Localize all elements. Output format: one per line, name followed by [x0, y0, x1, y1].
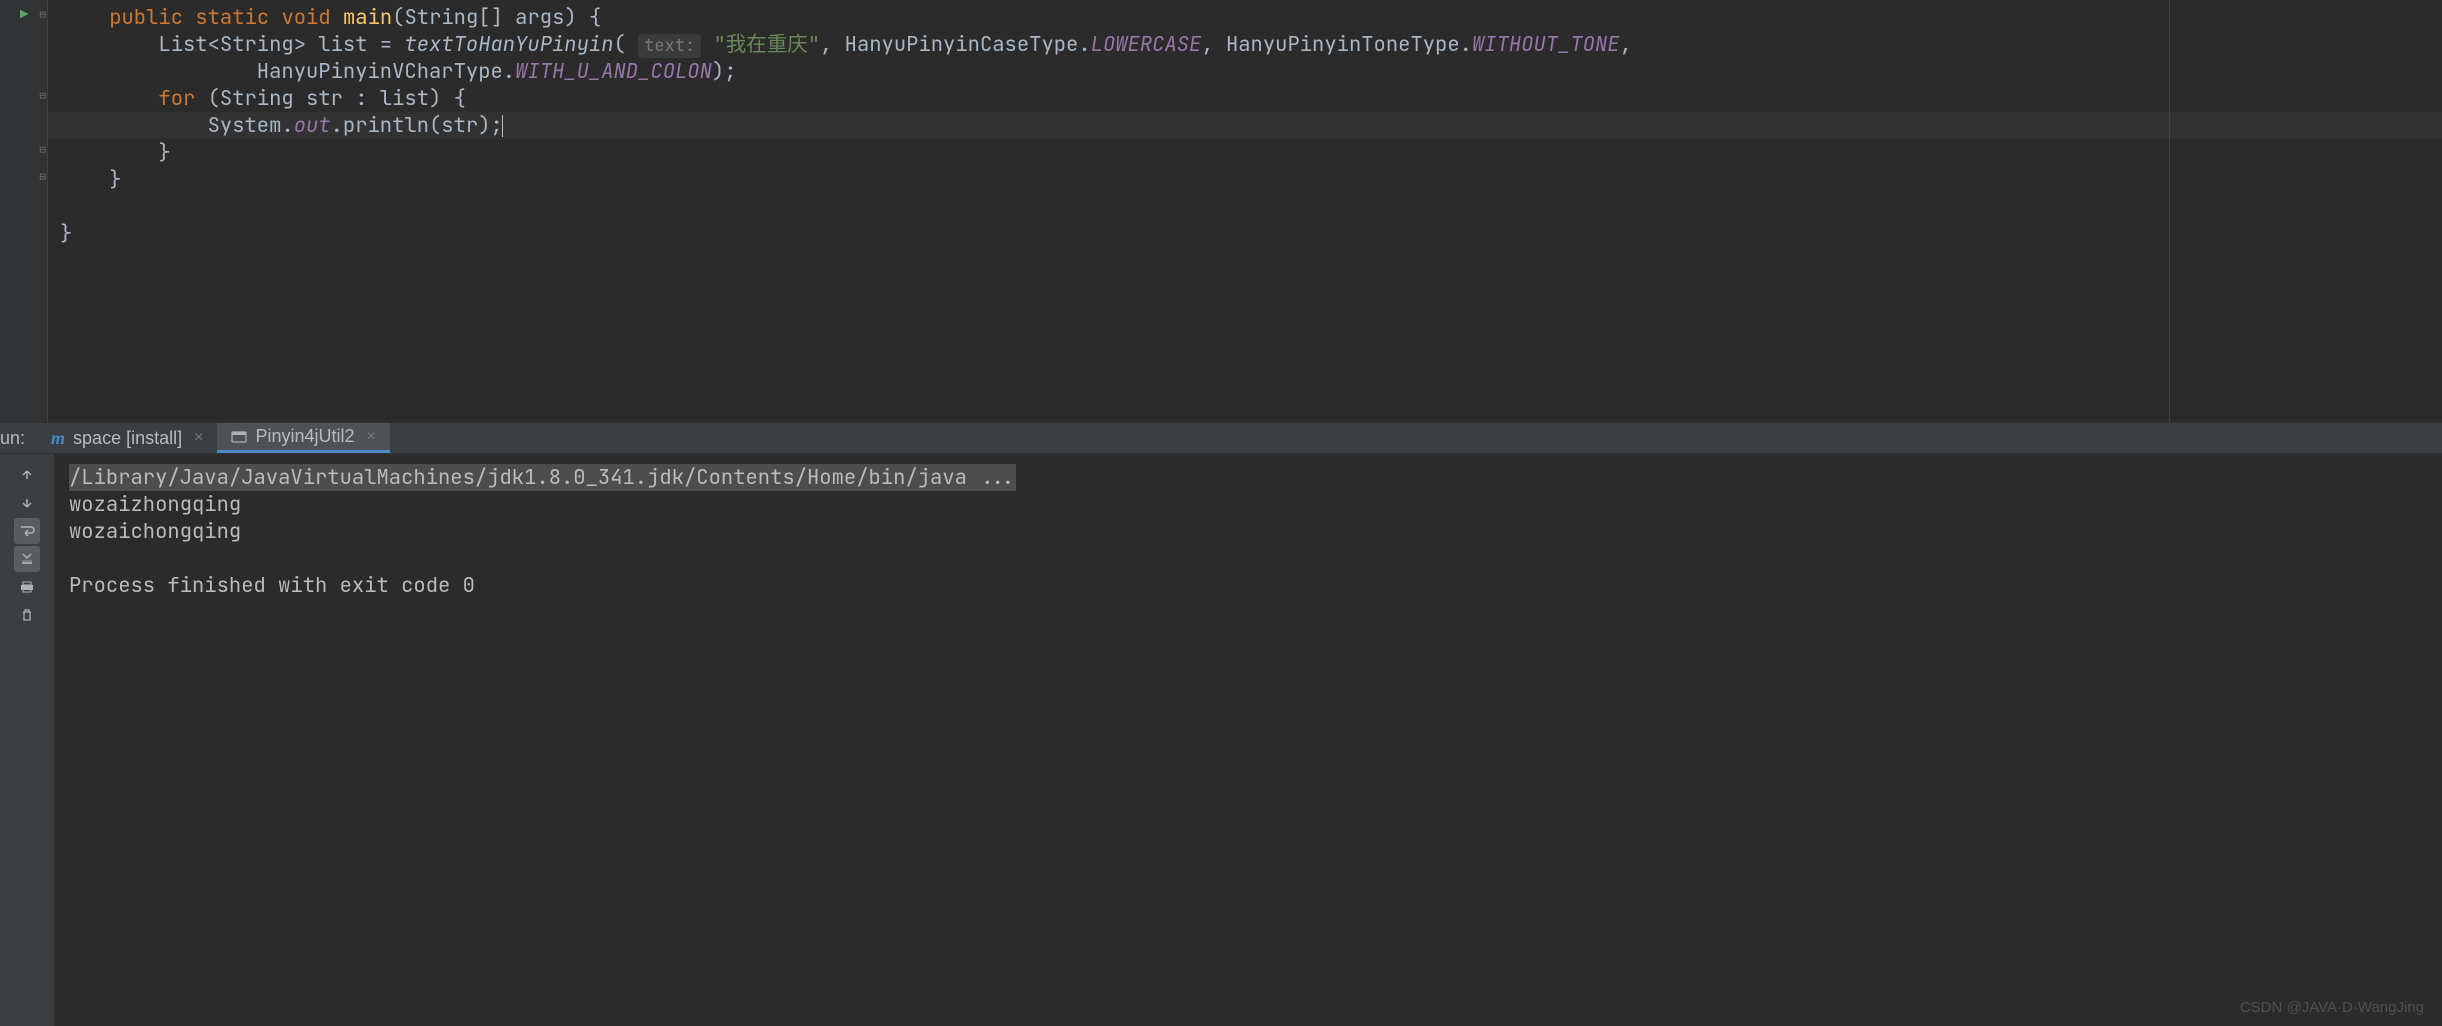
- code-editor[interactable]: ▶ ⊟ ⊟ ⊟ ⊟ public static void main(String…: [0, 0, 2442, 422]
- application-icon: [231, 429, 247, 445]
- code-line[interactable]: for (String str : list) {: [48, 85, 2442, 112]
- code-line[interactable]: }: [48, 139, 2442, 166]
- fold-icon[interactable]: ⊟: [39, 89, 46, 103]
- tab-label: space [install]: [73, 428, 182, 449]
- run-tabs-bar: un: m space [install] × Pinyin4jUtil2 ×: [0, 422, 2442, 454]
- console-command: /Library/Java/JavaVirtualMachines/jdk1.8…: [69, 464, 2428, 491]
- soft-wrap-button[interactable]: [14, 518, 40, 544]
- run-toolbar: [0, 454, 55, 1026]
- code-line-current[interactable]: System.out.println(str);: [48, 112, 2442, 139]
- scroll-down-button[interactable]: [14, 490, 40, 516]
- run-tool-window: un: m space [install] × Pinyin4jUtil2 ×: [0, 422, 2442, 1026]
- fold-end-icon[interactable]: ⊟: [39, 170, 46, 184]
- code-line[interactable]: }: [48, 166, 2442, 193]
- code-line[interactable]: public static void main(String[] args) {: [48, 4, 2442, 31]
- editor-gutter[interactable]: ▶ ⊟ ⊟ ⊟ ⊟: [0, 0, 48, 422]
- right-margin-line: [2169, 0, 2170, 422]
- console-stdout: wozaichongqing: [69, 518, 2428, 545]
- console-blank: [69, 545, 2428, 572]
- code-line[interactable]: }: [48, 220, 2442, 247]
- tab-maven-install[interactable]: m space [install] ×: [37, 423, 217, 453]
- parameter-hint: text:: [638, 34, 701, 58]
- console-stdout: wozaizhongqing: [69, 491, 2428, 518]
- code-line[interactable]: HanyuPinyinVCharType.WITH_U_AND_COLON);: [48, 58, 2442, 85]
- close-icon[interactable]: ×: [367, 428, 376, 446]
- close-icon[interactable]: ×: [194, 429, 203, 447]
- scroll-up-button[interactable]: [14, 462, 40, 488]
- print-button[interactable]: [14, 574, 40, 600]
- tab-label: Pinyin4jUtil2: [255, 426, 354, 447]
- maven-icon: m: [51, 428, 65, 449]
- code-line[interactable]: [48, 193, 2442, 220]
- console-exit: Process finished with exit code 0: [69, 572, 2428, 599]
- console-output[interactable]: /Library/Java/JavaVirtualMachines/jdk1.8…: [55, 454, 2442, 1026]
- run-label: un:: [0, 428, 37, 449]
- tab-pinyin-util[interactable]: Pinyin4jUtil2 ×: [217, 423, 389, 453]
- fold-icon[interactable]: ⊟: [39, 8, 46, 22]
- run-gutter-icon[interactable]: ▶: [20, 6, 28, 24]
- delete-button[interactable]: [14, 602, 40, 628]
- run-body: /Library/Java/JavaVirtualMachines/jdk1.8…: [0, 454, 2442, 1026]
- watermark-text: CSDN @JAVA·D·WangJing: [2240, 999, 2424, 1016]
- scroll-to-end-button[interactable]: [14, 546, 40, 572]
- code-line[interactable]: List<String> list = textToHanYuPinyin( t…: [48, 31, 2442, 58]
- fold-end-icon[interactable]: ⊟: [39, 143, 46, 157]
- code-content[interactable]: public static void main(String[] args) {…: [48, 0, 2442, 422]
- text-caret: [502, 115, 503, 137]
